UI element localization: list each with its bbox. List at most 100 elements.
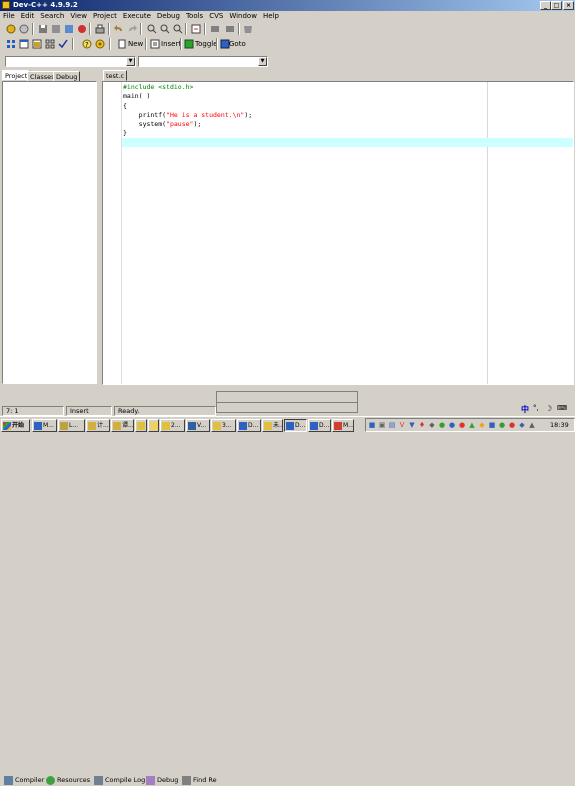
taskbar-item[interactable] (135, 419, 147, 432)
tray-icon-8[interactable]: ● (438, 421, 446, 430)
code-token: "He is a student.\n" (166, 110, 245, 119)
taskbar-item[interactable]: 未... (262, 419, 283, 432)
tray-icon-9[interactable]: ● (448, 421, 456, 430)
status-position: 7: 1 (2, 406, 64, 416)
chevron-down-icon[interactable]: ▼ (258, 57, 267, 66)
tray-icon-4[interactable]: V (398, 421, 406, 430)
undo-icon[interactable] (113, 23, 125, 35)
menu-execute[interactable]: Execute (120, 11, 154, 22)
file-tab[interactable]: test.c (103, 70, 128, 81)
minimize-button[interactable]: _ (540, 1, 551, 10)
about-icon[interactable] (94, 38, 106, 50)
menu-tools[interactable]: Tools (183, 11, 206, 22)
code-editor[interactable]: #include <stdio.h> main( ){ printf("He is… (102, 81, 574, 385)
open-project-icon[interactable] (5, 23, 17, 35)
code-line: printf("He is a student.\n"); (123, 110, 253, 120)
menu-view[interactable]: View (67, 11, 90, 22)
help-icon[interactable]: ? (81, 38, 93, 50)
taskbar-item[interactable]: D... (237, 419, 261, 432)
tray-icon-15[interactable]: ● (508, 421, 516, 430)
tab-compiler[interactable]: Compiler (4, 774, 44, 786)
new-project-icon[interactable] (63, 23, 75, 35)
indent-icon[interactable] (209, 23, 221, 35)
tab-resources[interactable]: Resources (46, 774, 90, 786)
goto-button[interactable]: Goto (228, 38, 246, 50)
taskbar-item[interactable]: M... (32, 419, 57, 432)
taskbar-item[interactable]: 计... (86, 419, 110, 432)
save-icon[interactable] (37, 23, 49, 35)
ime-punct-icon[interactable]: °, (533, 404, 539, 412)
tray-icon-2[interactable]: ▣ (378, 421, 386, 430)
rebuild-icon[interactable] (44, 38, 56, 50)
close-button[interactable]: × (563, 1, 574, 10)
ime-label[interactable]: 中 (521, 404, 529, 415)
system-tray: ■ ▣ ▤ V ▼ ♦ ◆ ● ● ● ▲ ◆ ■ ● ● ◆ ▲ 18:39 (365, 418, 575, 432)
menu-search[interactable]: Search (37, 11, 67, 22)
insert-button[interactable]: Insert (160, 38, 181, 50)
member-combo[interactable]: ▼ (138, 56, 268, 67)
open-file-icon[interactable] (18, 23, 30, 35)
chevron-down-icon[interactable]: ▼ (126, 57, 135, 66)
taskbar-item[interactable]: 2... (160, 419, 185, 432)
tab-find-results[interactable]: Find Re (182, 774, 217, 786)
unindent-icon[interactable] (224, 23, 236, 35)
taskbar-item[interactable]: L... (58, 419, 85, 432)
taskbar-item[interactable]: V... (186, 419, 210, 432)
taskbar-item-label: D... (319, 422, 330, 429)
ime-bar[interactable]: 中 °, ☽ ⌨ (519, 404, 573, 415)
new-button[interactable]: New (127, 38, 143, 50)
taskbar-item[interactable]: 谭... (111, 419, 134, 432)
tray-icon-12[interactable]: ◆ (478, 421, 486, 430)
replace-icon[interactable] (159, 23, 171, 35)
tray-icon-5[interactable]: ▼ (408, 421, 416, 430)
maximize-button[interactable]: □ (551, 1, 562, 10)
toggle-button[interactable]: Toggle (194, 38, 218, 50)
tray-icon-10[interactable]: ● (458, 421, 466, 430)
project-tree[interactable] (2, 81, 97, 384)
tray-icon-1[interactable]: ■ (368, 421, 376, 430)
menu-file[interactable]: File (0, 11, 18, 22)
tray-icon-7[interactable]: ◆ (428, 421, 436, 430)
taskbar-item[interactable]: D... (308, 419, 331, 432)
tray-icon-14[interactable]: ● (498, 421, 506, 430)
ime-keyboard-icon[interactable]: ⌨ (557, 404, 567, 412)
tray-icon-3[interactable]: ▤ (388, 421, 396, 430)
tray-icon-17[interactable]: ▲ (528, 421, 536, 430)
class-combo[interactable]: ▼ (5, 56, 136, 67)
goto-line-icon[interactable] (190, 23, 202, 35)
taskbar-item-label: M... (43, 422, 54, 429)
compile-run-icon[interactable] (31, 38, 43, 50)
clock[interactable]: 18:39 (550, 421, 569, 429)
taskbar-item[interactable] (148, 419, 159, 432)
tray-icon-11[interactable]: ▲ (468, 421, 476, 430)
toggle-comment-icon[interactable] (242, 23, 254, 35)
menu-edit[interactable]: Edit (18, 11, 38, 22)
find-icon[interactable] (146, 23, 158, 35)
tab-debug-bottom[interactable]: Debug (146, 774, 178, 786)
menu-help[interactable]: Help (260, 11, 282, 22)
redo-icon[interactable] (126, 23, 138, 35)
menu-cvs[interactable]: CVS (206, 11, 226, 22)
tab-compile-log[interactable]: Compile Log (94, 774, 145, 786)
find-next-icon[interactable] (172, 23, 184, 35)
print-icon[interactable] (94, 23, 106, 35)
taskbar-item-label: D... (248, 422, 259, 429)
menu-window[interactable]: Window (226, 11, 260, 22)
tray-icon-6[interactable]: ♦ (418, 421, 426, 430)
save-all-icon[interactable] (50, 23, 62, 35)
menu-project[interactable]: Project (90, 11, 120, 22)
tab-project[interactable]: Project (2, 70, 31, 81)
taskbar-item[interactable]: M... (332, 419, 354, 432)
start-button[interactable]: 开始 (1, 419, 30, 432)
menu-debug[interactable]: Debug (154, 11, 183, 22)
taskbar-item-label: 计... (97, 422, 109, 429)
close-file-icon[interactable] (76, 23, 88, 35)
check-icon[interactable] (57, 38, 69, 50)
ime-moon-icon[interactable]: ☽ (545, 404, 552, 413)
tray-icon-13[interactable]: ■ (488, 421, 496, 430)
taskbar-item[interactable]: D... (284, 419, 307, 432)
taskbar-item[interactable]: 3... (211, 419, 236, 432)
tray-icon-16[interactable]: ◆ (518, 421, 526, 430)
run-icon[interactable] (18, 38, 30, 50)
compile-icon[interactable] (5, 38, 17, 50)
